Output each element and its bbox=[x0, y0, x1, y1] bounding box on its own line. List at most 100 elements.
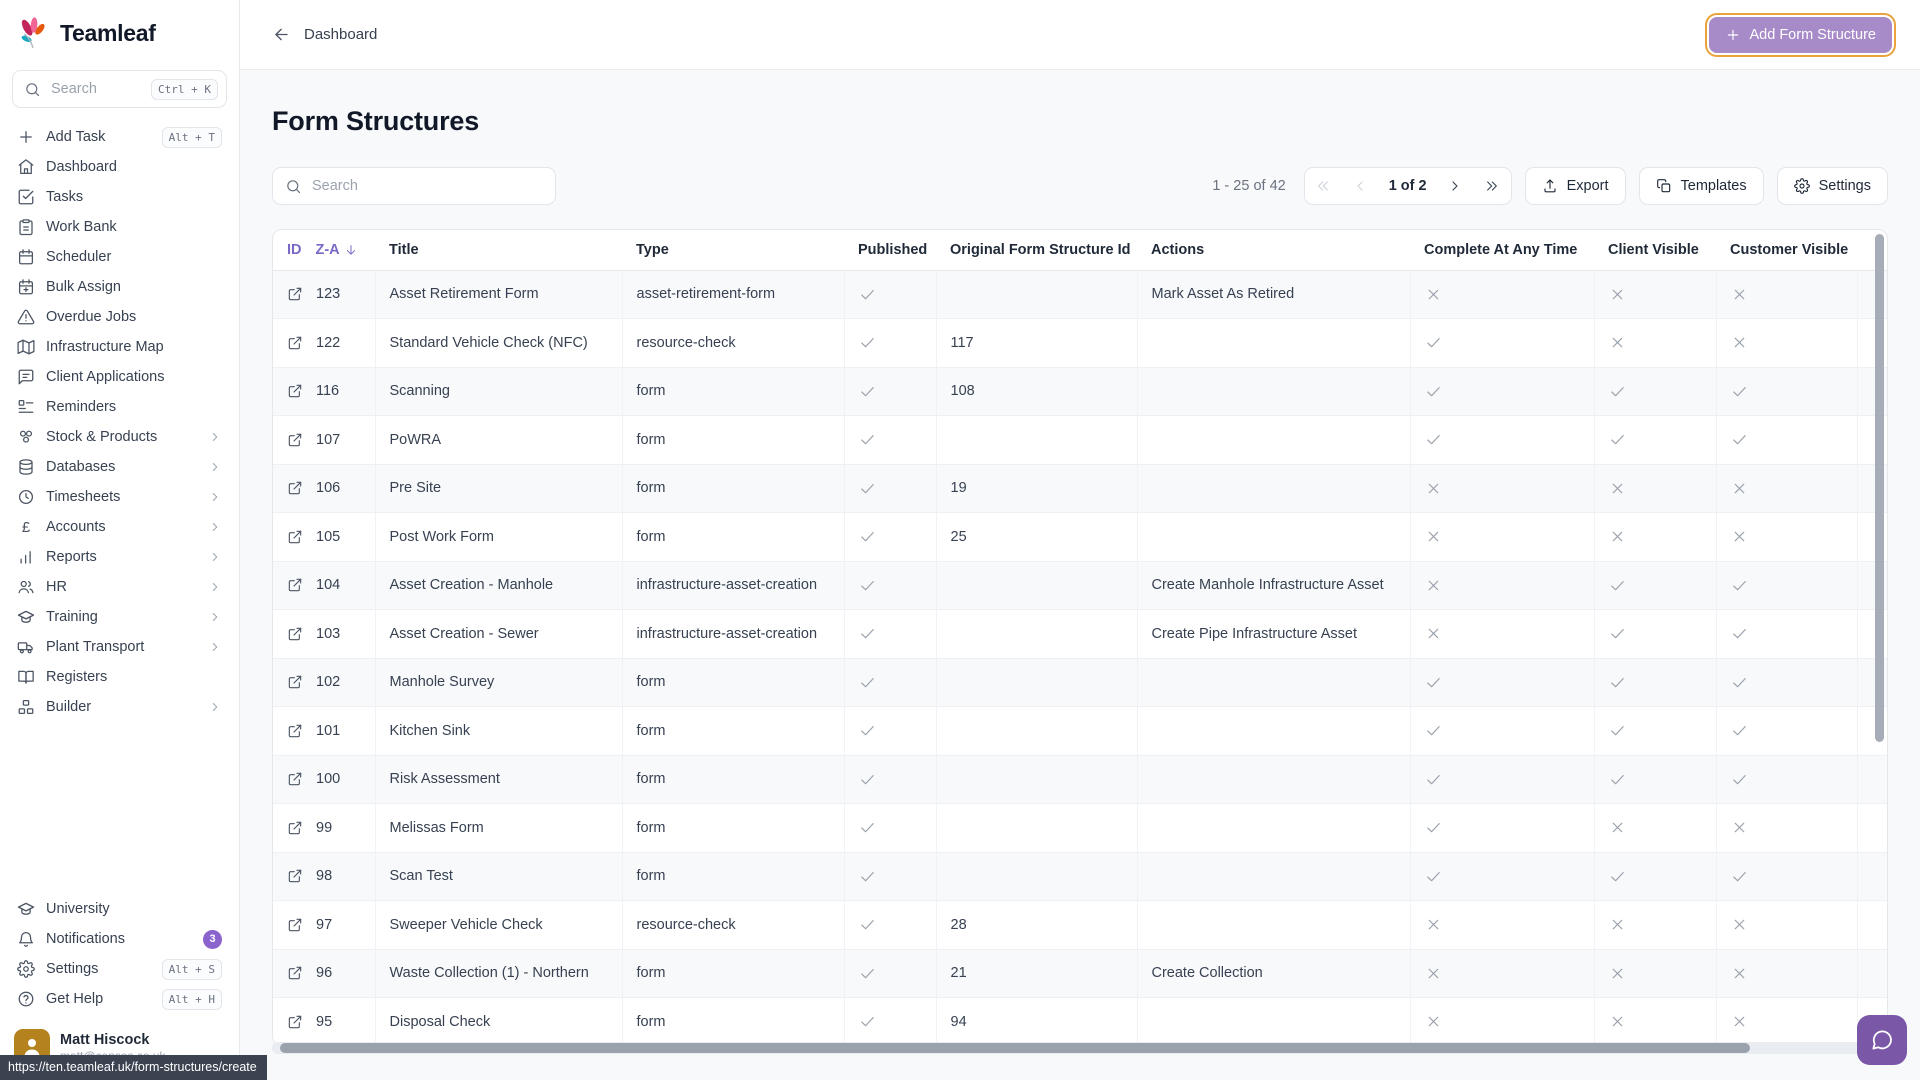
table-row[interactable]: 102Manhole Surveyform bbox=[273, 658, 1888, 707]
sidebar-item-get-help[interactable]: Get HelpAlt + H bbox=[6, 984, 233, 1014]
table-row[interactable]: 95Disposal Checkform94 bbox=[273, 998, 1888, 1047]
sidebar-item-reminders[interactable]: Reminders bbox=[6, 392, 233, 422]
cell-customer-visible bbox=[1716, 755, 1857, 804]
external-link-icon[interactable] bbox=[287, 383, 303, 399]
table-row[interactable]: 98Scan Testform bbox=[273, 852, 1888, 901]
column-header-actions[interactable]: Actions bbox=[1137, 230, 1410, 270]
external-link-icon[interactable] bbox=[287, 529, 303, 545]
sidebar-item-accounts[interactable]: £Accounts bbox=[6, 512, 233, 542]
column-header-title[interactable]: Title bbox=[375, 230, 622, 270]
sidebar-search[interactable]: Search Ctrl + K bbox=[12, 70, 227, 108]
sidebar-item-scheduler[interactable]: Scheduler bbox=[6, 242, 233, 272]
sidebar-item-label: Get Help bbox=[46, 991, 151, 1007]
map-icon bbox=[17, 338, 35, 356]
sidebar-item-databases[interactable]: Databases bbox=[6, 452, 233, 482]
column-header-type[interactable]: Type bbox=[622, 230, 844, 270]
sidebar-item-settings[interactable]: SettingsAlt + S bbox=[6, 954, 233, 984]
external-link-icon[interactable] bbox=[287, 480, 303, 496]
external-link-icon[interactable] bbox=[287, 917, 303, 933]
table-row[interactable]: 107PoWRAform bbox=[273, 416, 1888, 465]
sort-indicator[interactable]: Z-A bbox=[316, 242, 358, 258]
sidebar-item-notifications[interactable]: Notifications3 bbox=[6, 924, 233, 954]
column-header-customer-visible[interactable]: Customer Visible bbox=[1716, 230, 1857, 270]
table-row[interactable]: 122Standard Vehicle Check (NFC)resource-… bbox=[273, 319, 1888, 368]
table-row[interactable]: 97Sweeper Vehicle Checkresource-check28 bbox=[273, 901, 1888, 950]
table-search-input[interactable] bbox=[312, 178, 543, 194]
external-link-icon[interactable] bbox=[287, 723, 303, 739]
external-link-icon[interactable] bbox=[287, 432, 303, 448]
chat-button[interactable] bbox=[1857, 1015, 1907, 1065]
x-icon bbox=[1425, 1013, 1442, 1030]
table-search[interactable] bbox=[272, 167, 556, 205]
sidebar-item-bulk-assign[interactable]: Bulk Assign bbox=[6, 272, 233, 302]
cell-title: Sweeper Vehicle Check bbox=[375, 901, 622, 950]
sidebar-item-university[interactable]: University bbox=[6, 894, 233, 924]
sidebar-item-timesheets[interactable]: Timesheets bbox=[6, 482, 233, 512]
external-link-icon[interactable] bbox=[287, 1014, 303, 1030]
table-row[interactable]: 96Waste Collection (1) - Northernform21C… bbox=[273, 949, 1888, 998]
cell-type: resource-check bbox=[622, 901, 844, 950]
pager-first-button[interactable] bbox=[1305, 168, 1342, 204]
pager-last-button[interactable] bbox=[1474, 168, 1511, 204]
sidebar-item-reports[interactable]: Reports bbox=[6, 542, 233, 572]
column-header-id[interactable]: IDZ-A bbox=[273, 230, 375, 270]
sidebar-item-overdue-jobs[interactable]: Overdue Jobs bbox=[6, 302, 233, 332]
sidebar-item-label: Builder bbox=[46, 699, 197, 715]
check-icon bbox=[859, 383, 876, 400]
table-row[interactable]: 123Asset Retirement Formasset-retirement… bbox=[273, 270, 1888, 319]
sidebar-item-builder[interactable]: Builder bbox=[6, 692, 233, 722]
external-link-icon[interactable] bbox=[287, 335, 303, 351]
table-row[interactable]: 104Asset Creation - Manholeinfrastructur… bbox=[273, 561, 1888, 610]
external-link-icon[interactable] bbox=[287, 286, 303, 302]
pager-prev-button[interactable] bbox=[1342, 168, 1379, 204]
user-kebab-icon[interactable] bbox=[207, 1038, 225, 1056]
x-icon bbox=[1609, 480, 1626, 497]
cell-published bbox=[844, 658, 936, 707]
external-link-icon[interactable] bbox=[287, 674, 303, 690]
sidebar-item-training[interactable]: Training bbox=[6, 602, 233, 632]
sidebar-item-tasks[interactable]: Tasks bbox=[6, 182, 233, 212]
vertical-scrollbar-thumb[interactable] bbox=[1875, 234, 1884, 742]
cell-original-form-structure-id: 25 bbox=[936, 513, 1137, 562]
back-link[interactable]: Dashboard bbox=[272, 25, 377, 44]
sidebar-item-add-task[interactable]: Add TaskAlt + T bbox=[6, 122, 233, 152]
external-link-icon[interactable] bbox=[287, 965, 303, 981]
sidebar-item-work-bank[interactable]: Work Bank bbox=[6, 212, 233, 242]
table-row[interactable]: 103Asset Creation - Sewerinfrastructure-… bbox=[273, 610, 1888, 659]
horizontal-scrollbar-thumb[interactable] bbox=[280, 1043, 1750, 1053]
table-row[interactable]: 106Pre Siteform19 bbox=[273, 464, 1888, 513]
external-link-icon[interactable] bbox=[287, 577, 303, 593]
column-header-original-form-structure-id[interactable]: Original Form Structure Id bbox=[936, 230, 1137, 270]
cell-complete-at-any-time bbox=[1410, 561, 1594, 610]
export-button[interactable]: Export bbox=[1525, 167, 1626, 205]
sidebar-item-stock-products[interactable]: Stock & Products bbox=[6, 422, 233, 452]
column-header-published[interactable]: Published bbox=[844, 230, 936, 270]
sidebar-item-label: Dashboard bbox=[46, 159, 222, 175]
sidebar-item-dashboard[interactable]: Dashboard bbox=[6, 152, 233, 182]
pager-next-button[interactable] bbox=[1437, 168, 1474, 204]
sidebar-nav: Add TaskAlt + T Dashboard TasksWork BankSc… bbox=[0, 114, 239, 722]
templates-button[interactable]: Templates bbox=[1639, 167, 1764, 205]
sidebar-item-hr[interactable]: HR bbox=[6, 572, 233, 602]
column-header-client-visible[interactable]: Client Visible bbox=[1594, 230, 1716, 270]
table-settings-button[interactable]: Settings bbox=[1777, 167, 1888, 205]
external-link-icon[interactable] bbox=[287, 626, 303, 642]
external-link-icon[interactable] bbox=[287, 771, 303, 787]
external-link-icon[interactable] bbox=[287, 820, 303, 836]
table-row[interactable]: 116Scanningform108 bbox=[273, 367, 1888, 416]
column-header-complete-at-any-time[interactable]: Complete At Any Time bbox=[1410, 230, 1594, 270]
table-row[interactable]: 101Kitchen Sinkform bbox=[273, 707, 1888, 756]
cell-id: 96 bbox=[273, 949, 375, 998]
check-icon bbox=[1731, 771, 1748, 788]
sidebar-item-plant-transport[interactable]: Plant Transport bbox=[6, 632, 233, 662]
table-row[interactable]: 100Risk Assessmentform bbox=[273, 755, 1888, 804]
sidebar-item-registers[interactable]: Registers bbox=[6, 662, 233, 692]
add-form-structure-button[interactable]: Add Form Structure bbox=[1709, 17, 1892, 53]
check-icon bbox=[1425, 771, 1442, 788]
sidebar-item-infrastructure-map[interactable]: Infrastructure Map bbox=[6, 332, 233, 362]
table-row[interactable]: 99Melissas Formform bbox=[273, 804, 1888, 853]
external-link-icon[interactable] bbox=[287, 868, 303, 884]
sidebar-item-client-applications[interactable]: Client Applications bbox=[6, 362, 233, 392]
table-row[interactable]: 105Post Work Formform25 bbox=[273, 513, 1888, 562]
truck-icon bbox=[17, 638, 35, 656]
